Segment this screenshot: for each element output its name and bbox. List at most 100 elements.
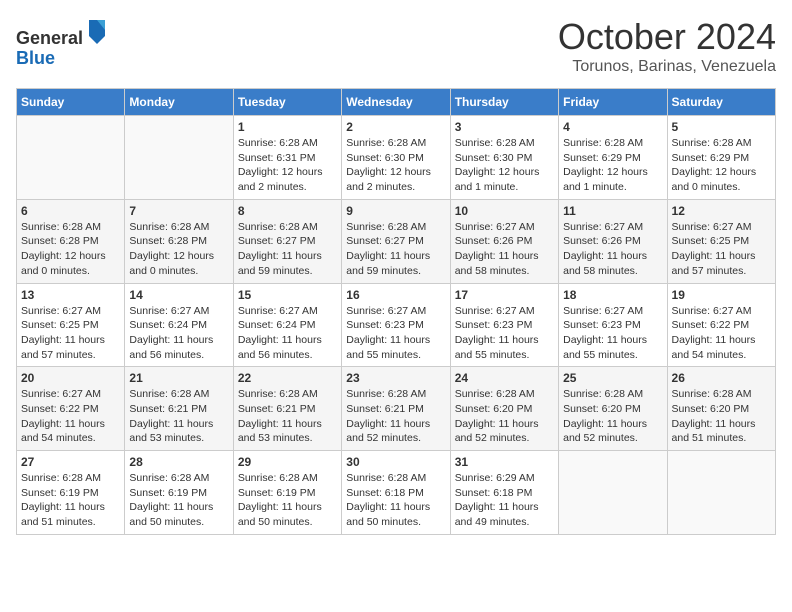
calendar-cell — [125, 116, 233, 200]
calendar-cell: 27Sunrise: 6:28 AMSunset: 6:19 PMDayligh… — [17, 451, 125, 535]
day-info: Sunrise: 6:28 AMSunset: 6:30 PMDaylight:… — [346, 136, 445, 195]
calendar-cell: 30 Sunrise: 6:28 AMSunset: 6:18 PMDayligh… — [342, 451, 450, 535]
day-info: Sunrise: 6:28 AMSunset: 6:27 PMDaylight:… — [346, 220, 445, 279]
calendar-cell: 11Sunrise: 6:27 AMSunset: 6:26 PMDayligh… — [559, 199, 667, 283]
calendar-cell: 1Sunrise: 6:28 AMSunset: 6:31 PMDaylight… — [233, 116, 341, 200]
calendar-cell: 26 Sunrise: 6:28 AMSunset: 6:20 PMDayligh… — [667, 367, 775, 451]
day-info: Sunrise: 6:28 AMSunset: 6:20 PMDaylight:… — [563, 387, 662, 446]
day-info: Sunrise: 6:28 AMSunset: 6:28 PMDaylight:… — [21, 220, 120, 279]
calendar-cell — [667, 451, 775, 535]
header-friday: Friday — [559, 89, 667, 116]
day-info: Sunrise: 6:27 AMSunset: 6:26 PMDaylight:… — [455, 220, 554, 279]
week-row-4: 20 Sunrise: 6:27 AMSunset: 6:22 PMDayligh… — [17, 367, 776, 451]
day-number: 15 — [238, 288, 337, 302]
calendar-cell: 31Sunrise: 6:29 AMSunset: 6:18 PMDayligh… — [450, 451, 558, 535]
day-number: 10 — [455, 204, 554, 218]
page-header: General Blue October 2024 Torunos, Barin… — [16, 16, 776, 76]
day-number: 11 — [563, 204, 662, 218]
day-number: 5 — [672, 120, 771, 134]
logo: General Blue — [16, 16, 109, 69]
day-number: 19 — [672, 288, 771, 302]
day-info: Sunrise: 6:28 AMSunset: 6:29 PMDaylight:… — [672, 136, 771, 195]
day-number: 28 — [129, 455, 228, 469]
calendar-cell — [559, 451, 667, 535]
day-number: 9 — [346, 204, 445, 218]
day-number: 20 — [21, 371, 120, 385]
day-info: Sunrise: 6:29 AMSunset: 6:18 PMDaylight:… — [455, 471, 554, 530]
calendar-cell: 13 Sunrise: 6:27 AMSunset: 6:25 PMDayligh… — [17, 283, 125, 367]
day-number: 8 — [238, 204, 337, 218]
calendar-cell: 17 Sunrise: 6:27 AMSunset: 6:23 PMDayligh… — [450, 283, 558, 367]
calendar-cell: 24Sunrise: 6:28 AMSunset: 6:20 PMDayligh… — [450, 367, 558, 451]
header-monday: Monday — [125, 89, 233, 116]
day-number: 26 — [672, 371, 771, 385]
header-row: SundayMondayTuesdayWednesdayThursdayFrid… — [17, 89, 776, 116]
calendar-cell — [17, 116, 125, 200]
day-number: 30 — [346, 455, 445, 469]
day-info: Sunrise: 6:28 AMSunset: 6:21 PMDaylight:… — [238, 387, 337, 446]
calendar-cell: 21 Sunrise: 6:28 AMSunset: 6:21 PMDayligh… — [125, 367, 233, 451]
calendar-cell: 15Sunrise: 6:27 AMSunset: 6:24 PMDayligh… — [233, 283, 341, 367]
calendar-cell: 14Sunrise: 6:27 AMSunset: 6:24 PMDayligh… — [125, 283, 233, 367]
day-number: 18 — [563, 288, 662, 302]
calendar-cell: 19 Sunrise: 6:27 AMSunset: 6:22 PMDayligh… — [667, 283, 775, 367]
day-info: Sunrise: 6:27 AMSunset: 6:23 PMDaylight:… — [563, 304, 662, 363]
day-info: Sunrise: 6:28 AMSunset: 6:19 PMDaylight:… — [129, 471, 228, 530]
logo-general: General — [16, 28, 83, 48]
logo-icon — [85, 16, 109, 44]
day-number: 22 — [238, 371, 337, 385]
day-number: 3 — [455, 120, 554, 134]
day-info: Sunrise: 6:28 AMSunset: 6:21 PMDaylight:… — [129, 387, 228, 446]
day-number: 25 — [563, 371, 662, 385]
calendar-cell: 4Sunrise: 6:28 AMSunset: 6:29 PMDaylight… — [559, 116, 667, 200]
calendar-body: 1Sunrise: 6:28 AMSunset: 6:31 PMDaylight… — [17, 116, 776, 535]
day-info: Sunrise: 6:27 AMSunset: 6:23 PMDaylight:… — [346, 304, 445, 363]
header-saturday: Saturday — [667, 89, 775, 116]
day-number: 12 — [672, 204, 771, 218]
day-number: 21 — [129, 371, 228, 385]
calendar-cell: 18 Sunrise: 6:27 AMSunset: 6:23 PMDayligh… — [559, 283, 667, 367]
header-thursday: Thursday — [450, 89, 558, 116]
calendar-header: SundayMondayTuesdayWednesdayThursdayFrid… — [17, 89, 776, 116]
day-number: 17 — [455, 288, 554, 302]
calendar-cell: 16Sunrise: 6:27 AMSunset: 6:23 PMDayligh… — [342, 283, 450, 367]
calendar-cell: 25 Sunrise: 6:28 AMSunset: 6:20 PMDayligh… — [559, 367, 667, 451]
day-info: Sunrise: 6:28 AMSunset: 6:19 PMDaylight:… — [238, 471, 337, 530]
calendar-cell: 23Sunrise: 6:28 AMSunset: 6:21 PMDayligh… — [342, 367, 450, 451]
calendar-cell: 28 Sunrise: 6:28 AMSunset: 6:19 PMDayligh… — [125, 451, 233, 535]
week-row-1: 1Sunrise: 6:28 AMSunset: 6:31 PMDaylight… — [17, 116, 776, 200]
day-number: 23 — [346, 371, 445, 385]
day-info: Sunrise: 6:27 AMSunset: 6:25 PMDaylight:… — [21, 304, 120, 363]
calendar-cell: 3Sunrise: 6:28 AMSunset: 6:30 PMDaylight… — [450, 116, 558, 200]
day-number: 6 — [21, 204, 120, 218]
day-info: Sunrise: 6:27 AMSunset: 6:22 PMDaylight:… — [672, 304, 771, 363]
day-info: Sunrise: 6:27 AMSunset: 6:25 PMDaylight:… — [672, 220, 771, 279]
day-number: 13 — [21, 288, 120, 302]
day-info: Sunrise: 6:28 AMSunset: 6:29 PMDaylight:… — [563, 136, 662, 195]
title-section: October 2024 Torunos, Barinas, Venezuela — [558, 16, 776, 76]
day-info: Sunrise: 6:28 AMSunset: 6:18 PMDaylight:… — [346, 471, 445, 530]
day-info: Sunrise: 6:28 AMSunset: 6:20 PMDaylight:… — [672, 387, 771, 446]
day-info: Sunrise: 6:27 AMSunset: 6:23 PMDaylight:… — [455, 304, 554, 363]
calendar-cell: 5 Sunrise: 6:28 AMSunset: 6:29 PMDaylight… — [667, 116, 775, 200]
day-info: Sunrise: 6:27 AMSunset: 6:22 PMDaylight:… — [21, 387, 120, 446]
day-info: Sunrise: 6:28 AMSunset: 6:28 PMDaylight:… — [129, 220, 228, 279]
calendar-cell: 8Sunrise: 6:28 AMSunset: 6:27 PMDaylight… — [233, 199, 341, 283]
calendar-table: SundayMondayTuesdayWednesdayThursdayFrid… — [16, 88, 776, 535]
calendar-cell: 29 Sunrise: 6:28 AMSunset: 6:19 PMDayligh… — [233, 451, 341, 535]
calendar-cell: 12 Sunrise: 6:27 AMSunset: 6:25 PMDayligh… — [667, 199, 775, 283]
calendar-cell: 20 Sunrise: 6:27 AMSunset: 6:22 PMDayligh… — [17, 367, 125, 451]
location-subtitle: Torunos, Barinas, Venezuela — [558, 58, 776, 76]
week-row-2: 6 Sunrise: 6:28 AMSunset: 6:28 PMDaylight… — [17, 199, 776, 283]
month-title: October 2024 — [558, 16, 776, 58]
day-number: 24 — [455, 371, 554, 385]
week-row-3: 13 Sunrise: 6:27 AMSunset: 6:25 PMDayligh… — [17, 283, 776, 367]
day-number: 7 — [129, 204, 228, 218]
day-number: 29 — [238, 455, 337, 469]
header-tuesday: Tuesday — [233, 89, 341, 116]
calendar-cell: 6 Sunrise: 6:28 AMSunset: 6:28 PMDaylight… — [17, 199, 125, 283]
logo-blue: Blue — [16, 48, 55, 68]
calendar-cell: 22 Sunrise: 6:28 AMSunset: 6:21 PMDayligh… — [233, 367, 341, 451]
calendar-cell: 7 Sunrise: 6:28 AMSunset: 6:28 PMDaylight… — [125, 199, 233, 283]
calendar-cell: 10 Sunrise: 6:27 AMSunset: 6:26 PMDayligh… — [450, 199, 558, 283]
